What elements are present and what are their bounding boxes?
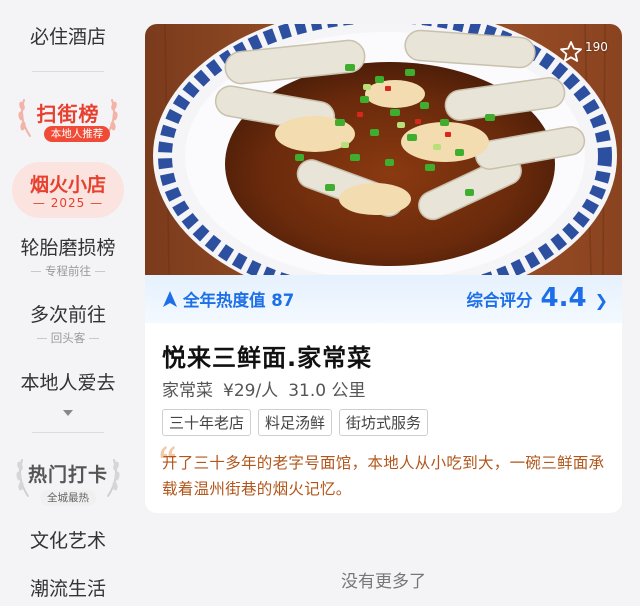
annual-heat-value: 全年热度值 87 <box>183 291 295 310</box>
restaurant-description: 开了三十多年的老字号面馆，本地人从小吃到大，一碗三鲜面承载着温州街巷的烟火记忆。 <box>162 454 605 498</box>
sidebar-item-sublabel: 全城最热 <box>40 490 96 506</box>
sidebar-item-firework-shops[interactable]: 烟火小店 — 2025 — <box>12 162 124 218</box>
price-per-person: ¥29/人 <box>223 381 279 401</box>
rating-label: 综合评分 <box>466 291 533 310</box>
no-more-text: 没有更多了 <box>341 572 426 592</box>
dish-photo[interactable] <box>145 24 622 275</box>
sidebar-item-label: 烟火小店 <box>29 174 106 196</box>
tag-list: 三十年老店 料足汤鲜 街坊式服务 <box>162 409 429 436</box>
heat-rating-bar[interactable]: 全年热度值 87 综合评分 4.4 ❯ <box>145 275 622 323</box>
sidebar-item-sublabel: 本地人推荐 <box>44 126 110 142</box>
sidebar-item-label: 多次前往 <box>29 304 106 326</box>
favorite-count: 190 <box>585 40 608 54</box>
category-sidebar: 必住酒店 扫街榜 本地人推荐 烟火小店 — 2025 — 轮胎磨损榜 专程前往 <box>0 0 136 606</box>
tag: 三十年老店 <box>162 409 252 436</box>
sidebar-divider <box>32 432 104 433</box>
sidebar-item-locals-love[interactable]: 本地人爱去 <box>0 371 136 395</box>
sidebar-item-sublabel: — 2025 — <box>32 196 104 210</box>
favorite-button[interactable]: 190 <box>557 38 611 68</box>
sidebar-item-label: 文化艺术 <box>29 530 106 552</box>
sidebar-item-repeat-visits[interactable]: 多次前往 回头客 <box>0 303 136 346</box>
sidebar-item-sublabel: 专程前往 <box>45 264 91 278</box>
restaurant-card[interactable]: 190 全年热度值 87 综合评分 4.4 ❯ 悦来三鲜面.家常菜 家常菜 ¥2… <box>145 24 622 513</box>
chevron-right-icon: ❯ <box>594 291 608 310</box>
rating-score: 4.4 <box>540 283 587 313</box>
sidebar-item-sublabel: 回头客 <box>50 331 86 345</box>
sidebar-item-culture-art[interactable]: 文化艺术 <box>0 529 136 553</box>
sidebar-item-street-ranking[interactable]: 扫街榜 本地人推荐 <box>14 92 122 154</box>
distance: 31.0 公里 <box>288 381 366 401</box>
sidebar-item-label: 本地人爱去 <box>20 372 116 394</box>
sidebar-divider <box>32 71 104 72</box>
sidebar-item-label: 轮胎磨损榜 <box>20 237 116 259</box>
sidebar-item-label: 潮流生活 <box>29 578 106 600</box>
sidebar-item-tire-wear[interactable]: 轮胎磨损榜 专程前往 <box>0 236 136 279</box>
tag: 街坊式服务 <box>339 409 429 436</box>
tag: 料足汤鲜 <box>258 409 333 436</box>
sidebar-item-label: 必住酒店 <box>29 26 106 48</box>
chevron-down-icon[interactable] <box>63 410 73 417</box>
sidebar-item-hotels[interactable]: 必住酒店 <box>0 25 136 49</box>
sidebar-item-trendy-life[interactable]: 潮流生活 <box>0 577 136 601</box>
overall-rating[interactable]: 综合评分 4.4 ❯ <box>467 283 608 313</box>
restaurant-meta: 家常菜 ¥29/人 31.0 公里 <box>162 376 365 401</box>
sidebar-item-label: 扫街榜 <box>36 102 100 126</box>
cuisine-type: 家常菜 <box>162 381 213 401</box>
sidebar-item-label: 热门打卡 <box>27 464 108 486</box>
star-icon <box>560 41 582 62</box>
navigation-arrow-icon <box>163 291 177 307</box>
restaurant-name[interactable]: 悦来三鲜面.家常菜 <box>162 338 372 373</box>
sidebar-item-hot-checkin[interactable]: 热门打卡 全城最热 <box>14 452 122 510</box>
